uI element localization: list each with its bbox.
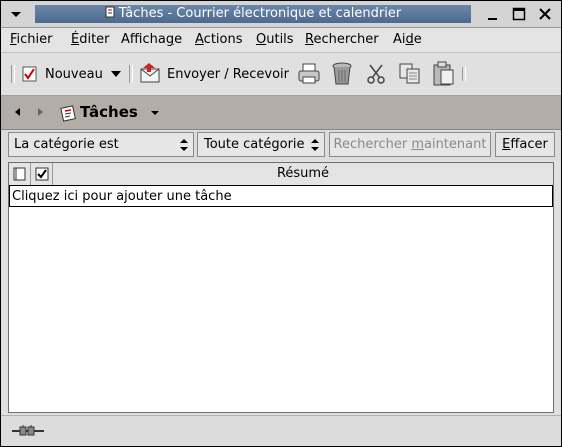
spin-arrows-icon [180, 139, 188, 151]
arrow-right-icon [38, 108, 43, 116]
toolbar: Nouveau Envoyer / Recevoir [1, 53, 561, 96]
forward-button[interactable] [34, 106, 46, 118]
copy-icon[interactable] [398, 62, 422, 86]
search-condition-select[interactable]: La catégorie est [8, 132, 194, 157]
close-icon [539, 8, 551, 20]
back-button[interactable] [12, 106, 24, 118]
new-task-icon [21, 65, 39, 83]
new-dropdown-arrow[interactable] [110, 68, 122, 80]
category-select[interactable]: Toute catégorie [197, 132, 325, 157]
title-area[interactable]: Tâches - Courrier électronique et calend… [35, 5, 471, 23]
header-complete-column[interactable] [31, 163, 53, 185]
minimize-button[interactable] [484, 5, 502, 23]
minimize-icon [488, 18, 497, 20]
tasks-folder-icon [59, 104, 77, 122]
search-bar: La catégorie est Toute catégorie Recherc… [1, 130, 561, 160]
clear-button[interactable]: Effacer [495, 132, 555, 157]
folder-title[interactable]: Tâches [80, 103, 138, 121]
online-status-icon[interactable] [11, 424, 45, 438]
add-task-row[interactable]: Cliquez ici pour ajouter une tâche [9, 185, 553, 207]
arrow-left-icon [15, 108, 20, 116]
triangle-down-icon [151, 111, 159, 115]
add-task-prompt: Cliquez ici pour ajouter une tâche [12, 189, 232, 204]
menu-affichage[interactable]: Affichage [121, 32, 182, 47]
new-button[interactable]: Nouveau [45, 67, 103, 82]
menu-editer[interactable]: Éditer [71, 32, 110, 47]
task-type-icon [13, 167, 26, 181]
main-window: Tâches - Courrier électronique et calend… [0, 0, 562, 447]
maximize-icon [512, 7, 526, 21]
app-title-icon [105, 6, 115, 18]
spin-arrows-icon [311, 139, 319, 151]
maximize-button[interactable] [510, 5, 528, 23]
menu-fichier[interactable]: Fichier [10, 32, 53, 47]
toolbar-separator [129, 65, 133, 83]
menu-outils[interactable]: Outils [256, 32, 294, 47]
table-header: Résumé [9, 163, 553, 186]
triangle-down-icon [111, 71, 121, 77]
triangle-down-icon [11, 12, 21, 17]
header-summary-column[interactable]: Résumé [53, 163, 553, 185]
menu-actions[interactable]: Actions [195, 32, 243, 47]
search-now-button[interactable]: Rechercher maintenant [329, 132, 491, 157]
send-receive-icon [140, 62, 162, 84]
task-table: Résumé Cliquez ici pour ajouter une tâch… [8, 162, 554, 413]
print-icon[interactable] [297, 62, 321, 86]
delete-trash-icon[interactable] [331, 61, 353, 87]
toolbar-separator-end [462, 67, 466, 81]
checkbox-checked-icon [35, 167, 49, 181]
title-bar: Tâches - Courrier électronique et calend… [1, 1, 561, 28]
menu-rechercher[interactable]: Rechercher [305, 32, 379, 47]
window-title: Tâches - Courrier électronique et calend… [118, 6, 402, 21]
folder-nav-bar: Tâches [1, 96, 561, 130]
toolbar-handle[interactable] [11, 65, 15, 83]
header-type-column[interactable] [9, 163, 31, 185]
window-menu-button[interactable] [7, 5, 25, 23]
paste-clipboard-icon[interactable] [432, 61, 456, 87]
menu-aide[interactable]: Aide [393, 32, 422, 47]
send-receive-button[interactable]: Envoyer / Recevoir [167, 67, 289, 82]
close-button[interactable] [536, 5, 554, 23]
menu-bar: Fichier Éditer Affichage Actions Outils … [1, 28, 561, 53]
status-bar [1, 415, 561, 446]
folder-dropdown[interactable] [149, 107, 161, 119]
cut-scissors-icon[interactable] [365, 63, 387, 85]
